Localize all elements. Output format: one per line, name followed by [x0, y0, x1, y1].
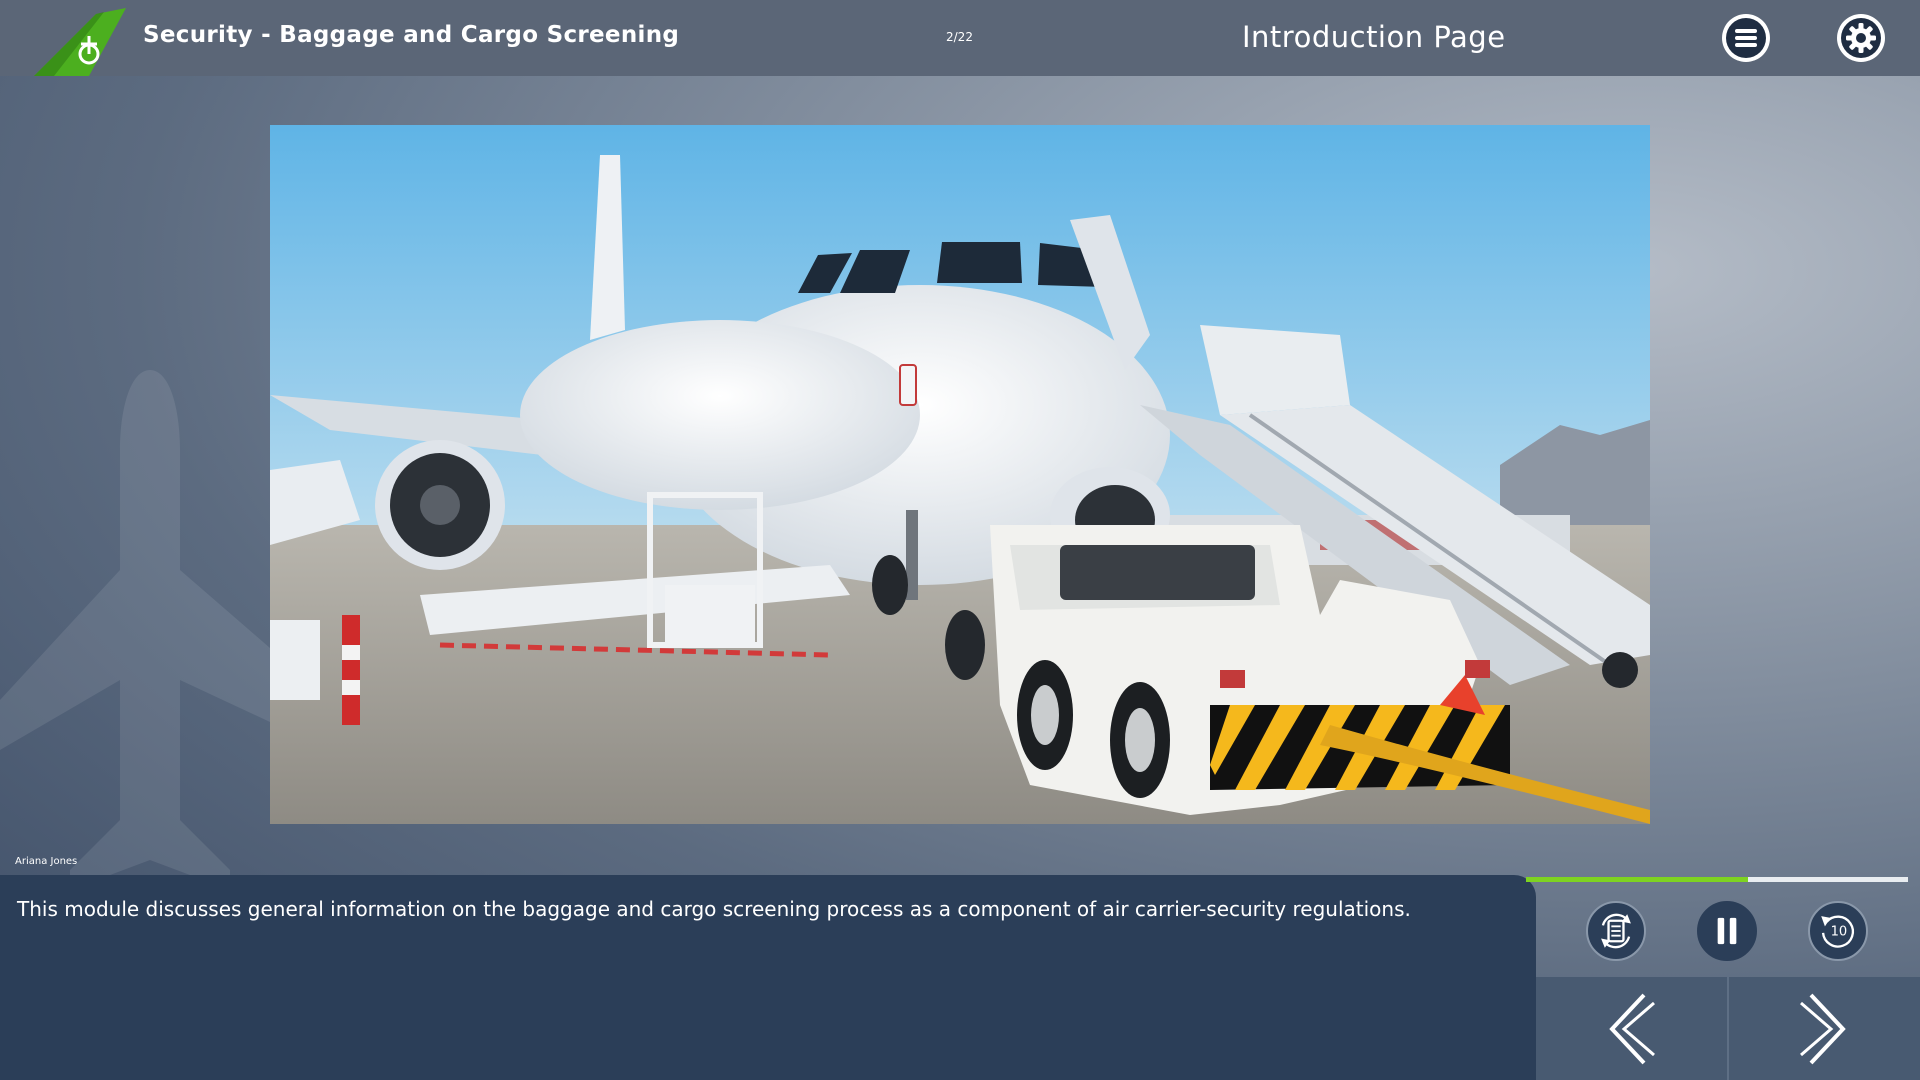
menu-button[interactable]	[1722, 14, 1770, 62]
transcript-text: This module discusses general informatio…	[17, 897, 1411, 921]
pause-button[interactable]	[1697, 901, 1757, 961]
next-page-button[interactable]	[1729, 977, 1919, 1080]
gear-icon	[1841, 18, 1881, 58]
course-title: Security - Baggage and Cargo Screening	[143, 22, 680, 48]
pause-icon	[1717, 917, 1737, 945]
chevron-left-icon	[1609, 993, 1655, 1064]
chevron-right-icon	[1800, 993, 1846, 1064]
narrator-name: Ariana Jones	[15, 856, 78, 867]
top-bar: Security - Baggage and Cargo Screening 2…	[0, 0, 1920, 76]
transcript-panel: This module discusses general informatio…	[0, 875, 1536, 1080]
slide-image-airplane-at-gate	[270, 125, 1650, 824]
transcript-refresh-icon	[1601, 913, 1631, 949]
page-counter: 2/22	[946, 30, 973, 44]
airline-tail-logo-icon	[34, 8, 126, 76]
audio-progress-bar[interactable]	[1526, 877, 1908, 882]
replay-10-seconds-button[interactable]: 10	[1808, 901, 1868, 961]
navigation-area	[1536, 977, 1920, 1080]
replay-10-icon: 10	[1821, 915, 1854, 948]
audio-progress-fill	[1526, 877, 1748, 882]
hamburger-menu-icon	[1726, 18, 1766, 58]
transcript-toggle-button[interactable]	[1586, 901, 1646, 961]
previous-page-button[interactable]	[1536, 977, 1726, 1080]
replay-seconds-label: 10	[1831, 925, 1848, 940]
page-title: Introduction Page	[1242, 20, 1506, 54]
settings-button[interactable]	[1837, 14, 1885, 62]
airplane-photo	[270, 125, 1650, 824]
